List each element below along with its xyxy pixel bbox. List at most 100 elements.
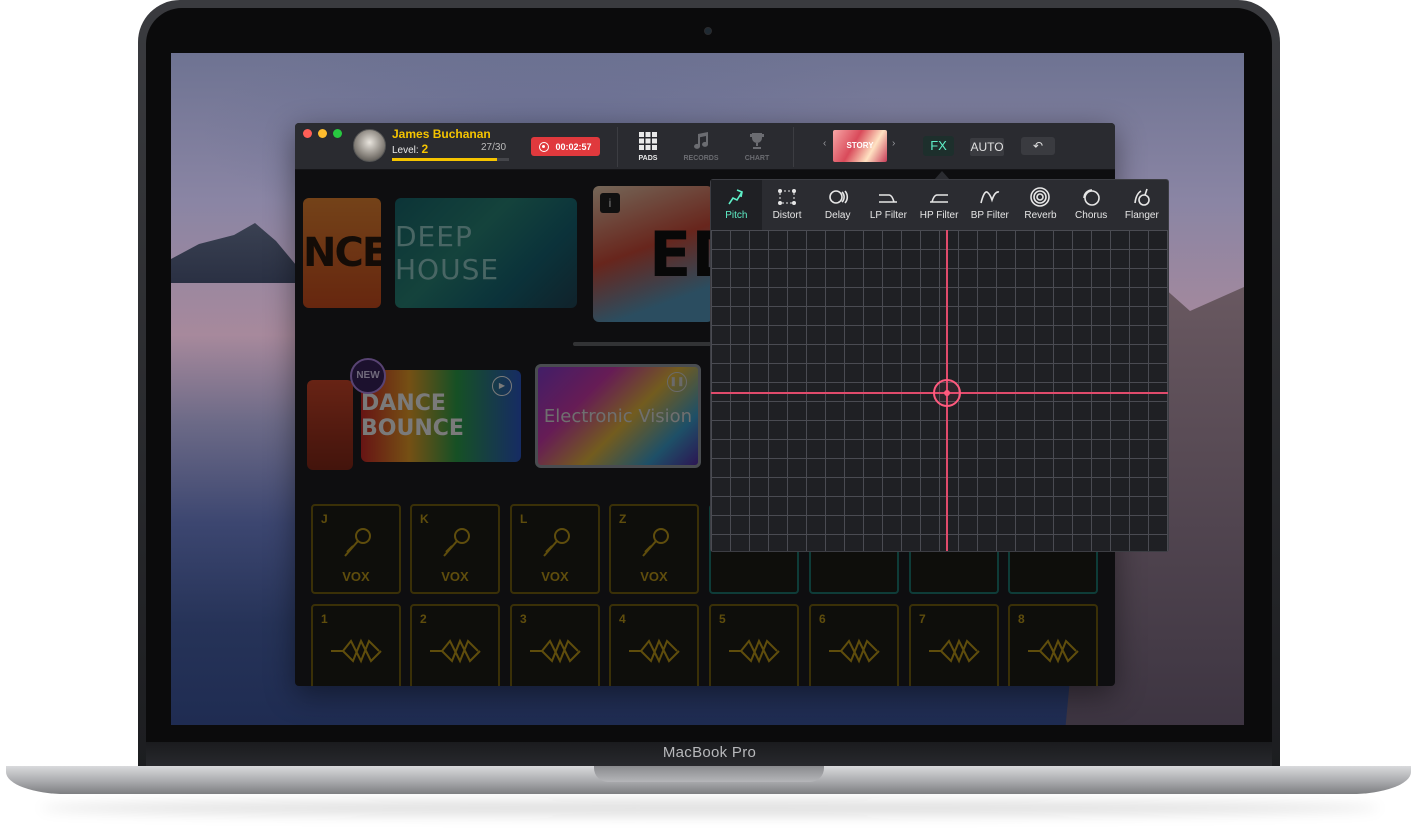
fx-xy-handle[interactable] — [933, 379, 961, 407]
pad-number: 6 — [819, 612, 826, 626]
tab-chart[interactable]: CHART — [737, 131, 777, 162]
pause-icon[interactable]: ❚❚ — [667, 372, 687, 392]
waveform-icon — [729, 638, 780, 664]
tab-chart-label: CHART — [744, 155, 770, 162]
fx-tab-pitch[interactable]: Pitch — [711, 180, 762, 230]
stage: James Buchanan Level: 2 27/30 00:02:57 P — [0, 0, 1419, 828]
fx-tab-bp-filter[interactable]: BP Filter — [964, 180, 1015, 230]
microphone-icon — [344, 528, 371, 557]
fx-tab-chorus[interactable]: Chorus — [1066, 180, 1117, 230]
distort-icon — [778, 189, 797, 205]
fx-tab-hp-filter[interactable]: HP Filter — [914, 180, 965, 230]
pack-card-deep-house[interactable]: DEEP HOUSE — [395, 198, 577, 308]
pad-synth[interactable]: 2 — [410, 604, 500, 686]
pad-synth[interactable]: 8 — [1008, 604, 1098, 686]
pack-scrollbar[interactable] — [573, 342, 713, 346]
microphone-icon — [543, 528, 570, 557]
waveform-icon — [929, 638, 980, 664]
pad-vox[interactable]: L VOX — [510, 504, 600, 594]
auto-button[interactable]: AUTO — [970, 138, 1004, 156]
pack-card-partial[interactable] — [307, 380, 353, 470]
song-prev-button[interactable]: ‹ — [823, 138, 826, 149]
undo-button[interactable]: ↶ — [1021, 137, 1055, 155]
pad-key: K — [420, 512, 429, 526]
fx-tab-label: Flanger — [1124, 210, 1159, 221]
microphone-icon — [642, 528, 669, 557]
minimize-window-button[interactable] — [318, 129, 327, 138]
title-bar: James Buchanan Level: 2 27/30 00:02:57 P — [295, 123, 1115, 170]
reverb-icon — [1030, 187, 1051, 207]
pad-number: 8 — [1018, 612, 1025, 626]
waveform-icon — [530, 638, 581, 664]
play-icon[interactable]: ▶ — [492, 376, 512, 396]
pad-label: VOX — [541, 569, 569, 584]
microphone-icon — [443, 528, 470, 557]
pad-synth[interactable]: 5 — [709, 604, 799, 686]
close-window-button[interactable] — [303, 129, 312, 138]
pad-synth[interactable]: 4 — [609, 604, 699, 686]
chorus-icon — [1083, 189, 1100, 206]
tab-records-label: RECORDS — [683, 155, 719, 162]
fx-tab-label: Delay — [824, 210, 851, 221]
pad-vox[interactable]: Z VOX — [609, 504, 699, 594]
pad-number: 1 — [321, 612, 328, 626]
avatar[interactable] — [353, 129, 386, 162]
pad-number: 5 — [719, 612, 726, 626]
fx-tab-lp-filter[interactable]: LP Filter — [863, 180, 914, 230]
record-button[interactable]: 00:02:57 — [531, 137, 600, 156]
song-next-button[interactable]: › — [892, 138, 895, 149]
pads-grid-icon — [639, 132, 657, 150]
pad-number: 2 — [420, 612, 427, 626]
pad-synth[interactable]: 6 — [809, 604, 899, 686]
hp-filter-icon — [930, 194, 949, 203]
pad-key: Z — [619, 512, 627, 526]
pad-synth[interactable]: 3 — [510, 604, 600, 686]
fx-tab-delay[interactable]: Delay — [812, 180, 863, 230]
pad-label: VOX — [640, 569, 668, 584]
waveform-icon — [629, 638, 680, 664]
fx-tab-label: Chorus — [1075, 210, 1108, 221]
fx-tab-flanger[interactable]: Flanger — [1117, 180, 1168, 230]
trophy-icon — [750, 133, 764, 149]
waveform-icon — [331, 638, 382, 664]
pad-key: L — [520, 512, 528, 526]
waveform-icon — [1028, 638, 1079, 664]
laptop-shadow — [40, 800, 1380, 816]
tab-pads[interactable]: PADS — [628, 131, 668, 162]
tab-pads-label: PADS — [638, 155, 658, 162]
fx-button[interactable]: FX — [923, 136, 954, 156]
fx-tab-label: Pitch — [725, 210, 748, 221]
song-thumbnail[interactable]: STORY — [833, 130, 887, 162]
laptop-opening-notch — [594, 766, 824, 782]
user-xp: 27/30 — [481, 142, 507, 153]
music-note-icon — [694, 132, 709, 149]
pitch-icon — [728, 189, 744, 205]
pad-vox[interactable]: J VOX — [311, 504, 401, 594]
fx-tab-label: LP Filter — [869, 210, 907, 221]
pack-card-nce[interactable]: NCE — [303, 198, 381, 308]
divider — [617, 127, 618, 167]
user-level-value: 2 — [421, 142, 429, 156]
fx-xy-pad[interactable] — [711, 230, 1168, 551]
pad-number: 3 — [520, 612, 527, 626]
pad-vox[interactable]: K VOX — [410, 504, 500, 594]
user-name: James Buchanan — [392, 127, 491, 141]
bp-filter-icon — [980, 191, 999, 204]
pad-key: J — [321, 512, 328, 526]
record-time: 00:02:57 — [555, 141, 592, 152]
zoom-window-button[interactable] — [333, 129, 342, 138]
waveform-icon — [829, 638, 880, 664]
pad-synth[interactable]: 7 — [909, 604, 999, 686]
tab-records[interactable]: RECORDS — [681, 131, 721, 162]
pad-label: VOX — [342, 569, 370, 584]
user-level-label: Level: — [392, 145, 419, 156]
pad-synth[interactable]: 1 — [311, 604, 401, 686]
info-button[interactable]: i — [600, 193, 620, 213]
fx-tab-reverb[interactable]: Reverb — [1015, 180, 1066, 230]
wallpaper-island-left — [171, 223, 311, 283]
fx-tabs: Pitch Distort Delay LP Filter HP Filter … — [711, 180, 1168, 230]
fx-tab-label: Distort — [772, 210, 802, 221]
xp-progress-fill — [392, 158, 498, 161]
fx-tab-distort[interactable]: Distort — [762, 180, 813, 230]
camera-icon — [704, 27, 712, 35]
